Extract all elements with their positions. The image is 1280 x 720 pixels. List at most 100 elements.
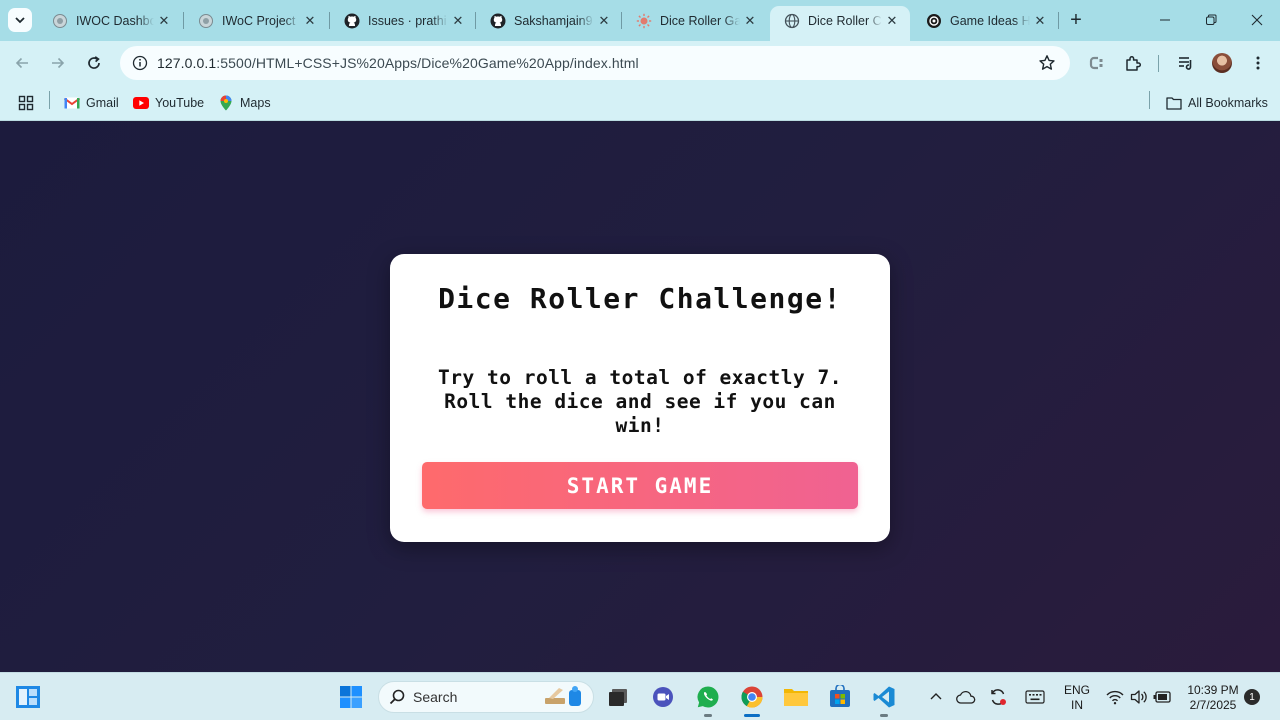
bookmark-star-icon[interactable] <box>1038 54 1056 72</box>
apps-grid-icon <box>18 95 34 111</box>
reload-button[interactable] <box>82 51 106 75</box>
search-icon <box>389 689 405 705</box>
openai-icon <box>926 13 942 29</box>
tab-iwoc-project[interactable]: IWoC Project ✕ <box>184 6 328 35</box>
game-card: Dice Roller Challenge! Try to roll a tot… <box>390 254 890 542</box>
toolbar-divider <box>1158 55 1159 72</box>
back-button[interactable] <box>10 51 34 75</box>
all-bookmarks-button[interactable]: All Bookmarks <box>1166 93 1268 113</box>
profile-avatar[interactable] <box>1212 53 1232 73</box>
windows-logo-icon <box>340 686 362 708</box>
kebab-menu-icon <box>1256 56 1260 70</box>
close-icon[interactable]: ✕ <box>300 11 320 31</box>
notification-badge[interactable]: 1 <box>1244 689 1260 705</box>
whatsapp-button[interactable] <box>692 681 724 717</box>
microsoft-store-button[interactable] <box>824 681 856 713</box>
close-icon[interactable]: ✕ <box>740 11 760 31</box>
bookmark-youtube[interactable]: YouTube <box>133 93 204 113</box>
chrome-button[interactable] <box>736 681 768 717</box>
page-viewport: Dice Roller Challenge! Try to roll a tot… <box>0 122 1280 672</box>
start-button[interactable] <box>335 681 367 713</box>
windows-taskbar: Search ENG IN 10:39 PM 2/7/2025 1 <box>0 672 1280 720</box>
language-indicator[interactable]: ENG IN <box>1058 683 1096 713</box>
forward-button[interactable] <box>46 51 70 75</box>
keyboard-icon <box>1025 690 1045 704</box>
running-indicator <box>880 714 888 717</box>
arrow-right-icon <box>52 57 65 69</box>
gmail-icon <box>64 95 80 111</box>
clock[interactable]: 10:39 PM 2/7/2025 <box>1183 683 1243 713</box>
close-icon[interactable]: ✕ <box>154 11 174 31</box>
widgets-icon <box>16 686 40 708</box>
menu-button[interactable] <box>1246 51 1270 75</box>
browser-toolbar: 127.0.0.1:5500/HTML+CSS+JS%20Apps/Dice%2… <box>0 41 1280 86</box>
bookmarks-separator <box>1149 91 1150 109</box>
task-view-icon <box>609 689 627 706</box>
extensions-puzzle-icon[interactable] <box>1121 51 1145 75</box>
github-icon <box>490 13 506 29</box>
search-highlight-icon <box>545 686 581 706</box>
apps-button[interactable] <box>18 93 34 113</box>
restore-icon <box>1206 14 1217 25</box>
bookmark-maps[interactable]: Maps <box>218 93 271 113</box>
close-icon <box>1251 14 1263 26</box>
keyboard-button[interactable] <box>1019 681 1051 713</box>
close-icon[interactable]: ✕ <box>882 11 902 31</box>
close-icon[interactable]: ✕ <box>594 11 614 31</box>
extension-c-icon[interactable] <box>1084 51 1108 75</box>
tab-title: Dice Roller Ch <box>808 13 882 28</box>
vscode-button[interactable] <box>868 681 900 717</box>
tab-title: IWoC Project <box>222 13 296 28</box>
address-bar[interactable]: 127.0.0.1:5500/HTML+CSS+JS%20Apps/Dice%2… <box>120 46 1070 80</box>
meet-app-button[interactable] <box>647 681 679 713</box>
plus-icon: + <box>1070 8 1082 31</box>
arrow-left-icon <box>15 57 28 69</box>
chevron-down-icon <box>15 17 25 24</box>
sync-button[interactable] <box>982 681 1014 713</box>
task-view-button[interactable] <box>602 681 634 713</box>
new-tab-button[interactable]: + <box>1066 8 1086 31</box>
reload-icon <box>88 56 100 69</box>
tab-issues[interactable]: Issues · prathi ✕ <box>330 6 476 35</box>
tab-search-button[interactable] <box>8 8 32 32</box>
bookmark-gmail[interactable]: Gmail <box>64 93 119 113</box>
globe-icon <box>784 13 800 29</box>
tab-game-ideas[interactable]: Game Ideas H ✕ <box>912 6 1058 35</box>
folder-icon <box>1166 95 1182 111</box>
widgets-button[interactable] <box>12 681 44 713</box>
media-controls-icon[interactable] <box>1174 51 1198 75</box>
bookmark-label: Maps <box>240 96 271 110</box>
tab-dice-roller-game[interactable]: Dice Roller Ga ✕ <box>622 6 768 35</box>
store-icon <box>830 685 850 707</box>
chrome-icon <box>741 686 763 708</box>
chat-camera-icon <box>653 687 673 707</box>
minimize-button[interactable] <box>1152 8 1178 32</box>
close-window-button[interactable] <box>1244 8 1270 32</box>
tab-title: Dice Roller Ga <box>660 13 740 28</box>
onedrive-button[interactable] <box>950 681 982 713</box>
tab-sakshamjain[interactable]: Sakshamjain9 ✕ <box>476 6 622 35</box>
tab-iwoc-dashboard[interactable]: IWOC Dashboard ✕ <box>38 6 182 35</box>
chevron-up-icon <box>930 693 942 700</box>
start-game-button[interactable]: START GAME <box>422 462 858 509</box>
site-info-icon[interactable] <box>128 51 152 75</box>
battery-button[interactable] <box>1147 681 1179 713</box>
taskbar-search[interactable]: Search <box>378 681 594 713</box>
wifi-icon <box>1106 690 1124 705</box>
folder-icon <box>784 689 808 706</box>
show-hidden-icons-button[interactable] <box>920 681 952 713</box>
close-icon[interactable]: ✕ <box>448 11 468 31</box>
url-text[interactable]: 127.0.0.1:5500/HTML+CSS+JS%20Apps/Dice%2… <box>157 55 639 71</box>
file-explorer-button[interactable] <box>780 681 812 713</box>
tab-separator <box>1058 12 1059 29</box>
globe-gray-icon <box>198 13 214 29</box>
close-icon[interactable]: ✕ <box>1030 11 1050 31</box>
speaker-icon <box>1130 690 1147 704</box>
url-path: :5500/HTML+CSS+JS%20Apps/Dice%20Game%20A… <box>216 55 639 71</box>
restore-button[interactable] <box>1198 8 1224 32</box>
minimize-icon <box>1160 19 1170 21</box>
youtube-icon <box>133 95 149 111</box>
running-indicator <box>744 714 760 717</box>
tab-dice-roller-challenge[interactable]: Dice Roller Ch ✕ <box>770 6 910 41</box>
battery-icon <box>1153 691 1171 703</box>
